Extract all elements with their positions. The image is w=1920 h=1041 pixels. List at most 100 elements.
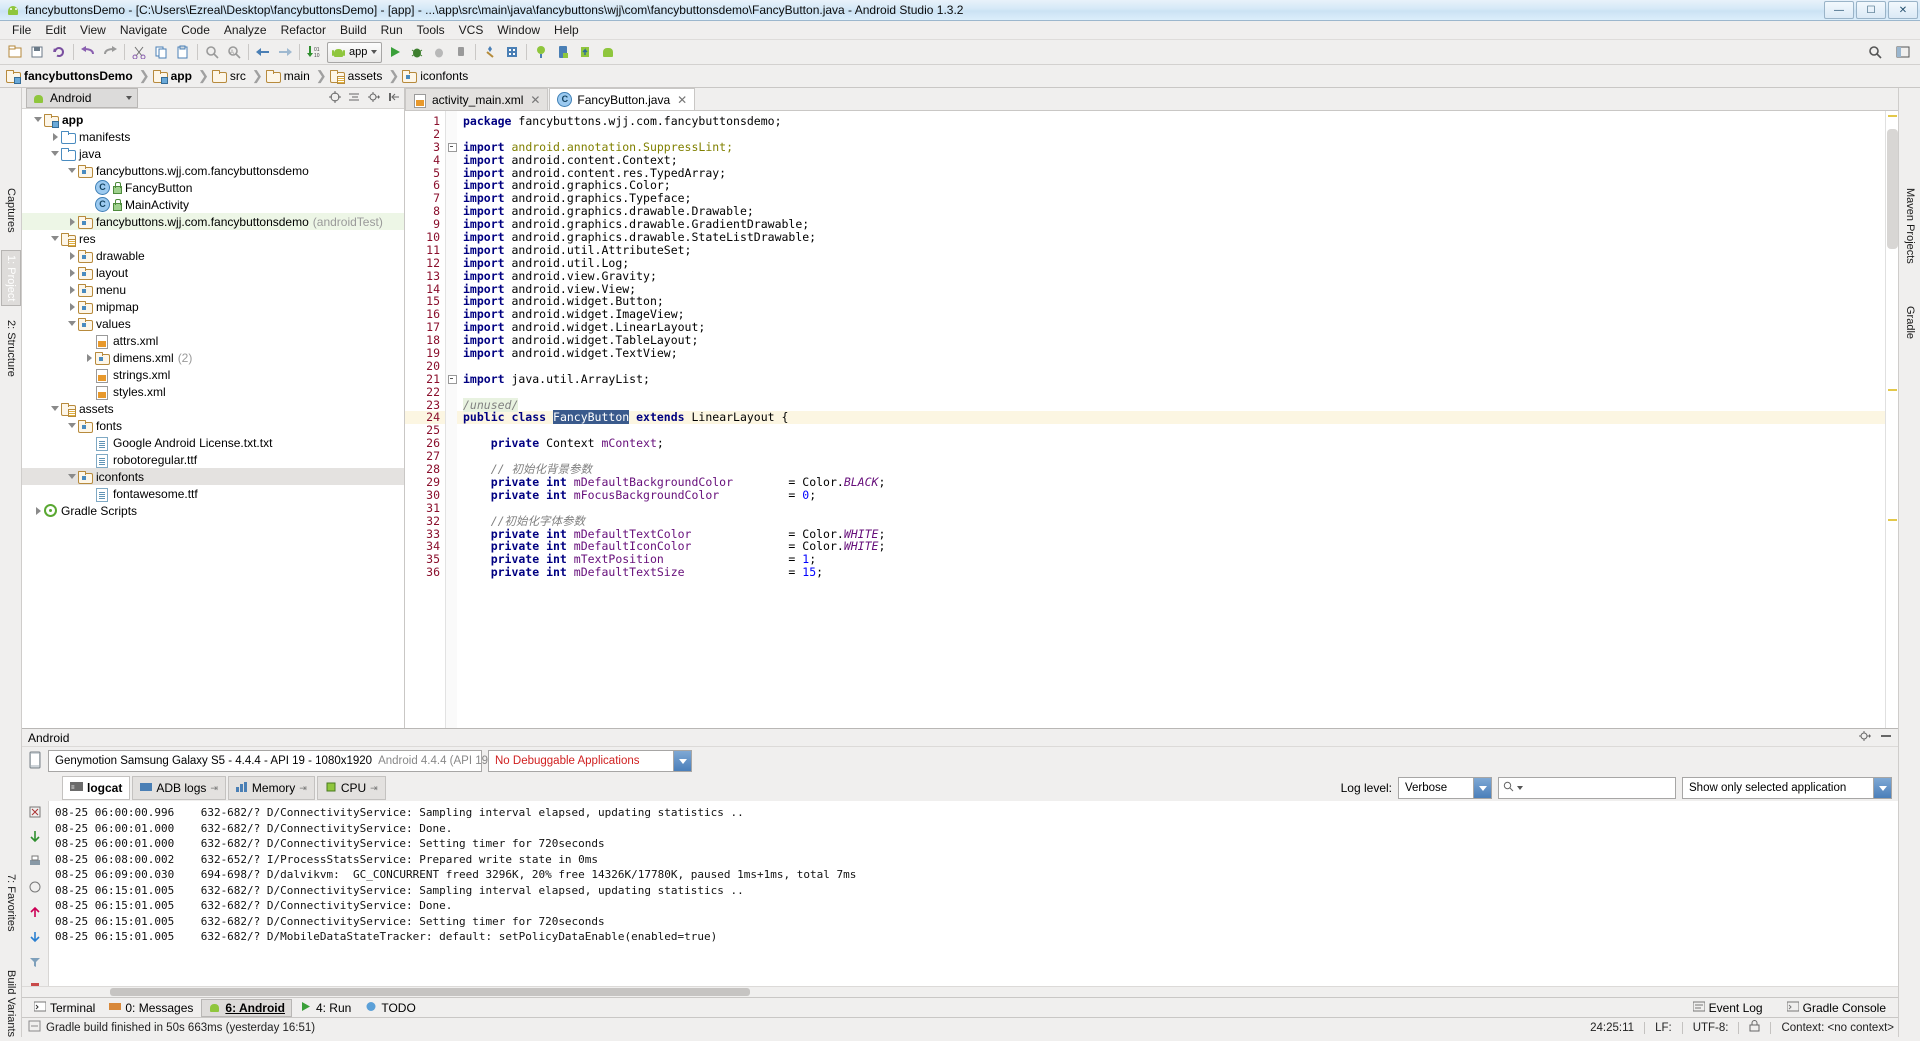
editor-marker-rail[interactable] [1885, 111, 1898, 728]
warning-marker[interactable] [1888, 115, 1897, 117]
stop-icon[interactable] [450, 42, 472, 62]
caret-position[interactable]: 24:25:11 [1590, 1022, 1634, 1034]
breadcrumb-item-iconfonts[interactable]: iconfonts [402, 65, 472, 87]
tree-node[interactable]: fonts [22, 417, 404, 434]
menu-refactor[interactable]: Refactor [274, 22, 333, 38]
menu-code[interactable]: Code [174, 22, 217, 38]
chevron-down-icon[interactable] [1517, 786, 1523, 790]
save-all-icon[interactable] [26, 42, 48, 62]
tree-node[interactable]: values [22, 315, 404, 332]
project-tree[interactable]: app manifests java fancybuttons.wjj.com.fan… [22, 109, 404, 728]
context-label[interactable]: Context: <no context> [1781, 1022, 1894, 1034]
tree-node[interactable]: fancybuttons.wjj.com.fancybuttonsdemo [22, 162, 404, 179]
tab-logcat[interactable]: ≡ logcat [62, 776, 131, 800]
code-line[interactable]: private int mFocusBackgroundColor = 0; [457, 488, 1885, 502]
menu-edit[interactable]: Edit [38, 22, 73, 38]
tree-node[interactable]: strings.xml [22, 366, 404, 383]
code-line[interactable]: import android.content.res.TypedArray; [457, 166, 1885, 180]
menu-vcs[interactable]: VCS [452, 22, 491, 38]
tree-node[interactable]: app [22, 111, 404, 128]
chevron-down-icon[interactable] [673, 751, 691, 771]
target-icon[interactable] [329, 90, 341, 106]
tree-node[interactable]: manifests [22, 128, 404, 145]
run-button[interactable] [384, 42, 406, 62]
tree-node[interactable]: mipmap [22, 298, 404, 315]
restart-icon[interactable] [28, 880, 42, 897]
code-line[interactable] [457, 424, 1885, 437]
code-line[interactable]: private Context mContext; [457, 437, 1885, 450]
expand-arrow-icon[interactable] [32, 506, 44, 515]
settings-gear-icon[interactable] [1858, 730, 1872, 745]
project-view-selector[interactable]: Android [26, 88, 138, 108]
collapse-arrow-icon[interactable] [49, 406, 61, 411]
tree-node[interactable]: menu [22, 281, 404, 298]
run-configuration-selector[interactable]: app [327, 41, 383, 63]
copy-icon[interactable] [150, 42, 172, 62]
expand-arrow-icon[interactable] [66, 302, 78, 311]
collapse-arrow-icon[interactable] [66, 168, 78, 173]
minimize-button[interactable]: — [1824, 1, 1854, 19]
code-text[interactable]: package fancybuttons.wjj.com.fancybutton… [457, 111, 1885, 728]
file-encoding[interactable]: UTF-8: [1693, 1022, 1729, 1034]
tree-node[interactable]: robotoregular.ttf [22, 451, 404, 468]
tab-adb-logs[interactable]: ADB logs ⇥ [132, 776, 226, 800]
collapse-arrow-icon[interactable] [66, 423, 78, 428]
menu-run[interactable]: Run [374, 22, 410, 38]
code-line[interactable] [457, 386, 1885, 399]
minimize-panel-icon[interactable] [1880, 730, 1892, 745]
print-icon[interactable] [28, 855, 42, 872]
chevron-down-icon[interactable] [1873, 778, 1891, 798]
window-controls[interactable]: — ☐ ✕ [1824, 1, 1918, 19]
tree-node[interactable]: drawable [22, 247, 404, 264]
process-selector[interactable]: No Debuggable Applications [488, 750, 692, 772]
line-separator[interactable]: LF: [1655, 1022, 1672, 1034]
detach-icon[interactable]: ⇥ [299, 783, 307, 794]
bottom-tab-terminal[interactable]: Terminal [28, 1000, 101, 1016]
warning-marker[interactable] [1888, 389, 1897, 391]
open-folder-icon[interactable] [4, 42, 26, 62]
tab-memory[interactable]: Memory ⇥ [227, 776, 315, 800]
expand-arrow-icon[interactable] [66, 268, 78, 277]
settings-gear-icon[interactable] [367, 91, 381, 106]
close-icon[interactable]: ✕ [677, 93, 687, 107]
tree-node[interactable]: C MainActivity [22, 196, 404, 213]
menu-build[interactable]: Build [333, 22, 374, 38]
collapse-arrow-icon[interactable] [66, 474, 78, 479]
debug-button[interactable] [406, 42, 428, 62]
fold-marker-icon[interactable] [448, 142, 457, 152]
menu-help[interactable]: Help [547, 22, 586, 38]
bottom-tab-todo[interactable]: TODO [359, 1000, 421, 1016]
bottom-tab-messages[interactable]: 0: Messages [103, 1000, 199, 1016]
undo-icon[interactable] [77, 42, 99, 62]
tab-cpu[interactable]: CPU ⇥ [316, 776, 386, 800]
expand-arrow-icon[interactable] [49, 132, 61, 141]
find-icon[interactable] [201, 42, 223, 62]
rail-maven-projects[interactable]: Maven Projects [1901, 184, 1919, 268]
breadcrumb-item-project[interactable]: fancybuttonsDemo [6, 65, 137, 87]
warning-marker[interactable] [1888, 519, 1897, 521]
paste-icon[interactable] [172, 42, 194, 62]
collapse-arrow-icon[interactable] [49, 236, 61, 241]
chevron-down-icon[interactable] [371, 50, 378, 54]
tree-node[interactable]: java [22, 145, 404, 162]
bottom-tab-run[interactable]: 4: Run [294, 1000, 357, 1016]
tree-node[interactable]: styles.xml [22, 383, 404, 400]
android-device-monitor-icon[interactable] [596, 42, 618, 62]
menu-navigate[interactable]: Navigate [113, 22, 174, 38]
lock-icon[interactable] [1749, 1020, 1760, 1035]
collapse-icon[interactable] [348, 91, 360, 106]
logcat-filter-selector[interactable]: Show only selected application [1682, 777, 1892, 799]
log-level-selector[interactable]: Verbose [1398, 777, 1492, 799]
collapse-arrow-icon[interactable] [32, 117, 44, 122]
logcat-output[interactable]: 08-25 06:00:00.996 632-682/? D/Connectiv… [49, 801, 1898, 986]
breadcrumb-item-assets[interactable]: assets [329, 65, 387, 87]
avd-icon[interactable] [552, 42, 574, 62]
code-line[interactable]: import java.util.ArrayList; [457, 372, 1885, 386]
code-line[interactable]: import android.view.Gravity; [457, 269, 1885, 283]
tree-node[interactable]: res [22, 230, 404, 247]
tree-node[interactable]: fontawesome.ttf [22, 485, 404, 502]
layout-icon[interactable] [1892, 42, 1914, 62]
fold-marker-icon[interactable] [448, 375, 457, 384]
sdk-manager-icon[interactable] [479, 42, 501, 62]
tree-node[interactable]: Google Android License.txt.txt [22, 434, 404, 451]
